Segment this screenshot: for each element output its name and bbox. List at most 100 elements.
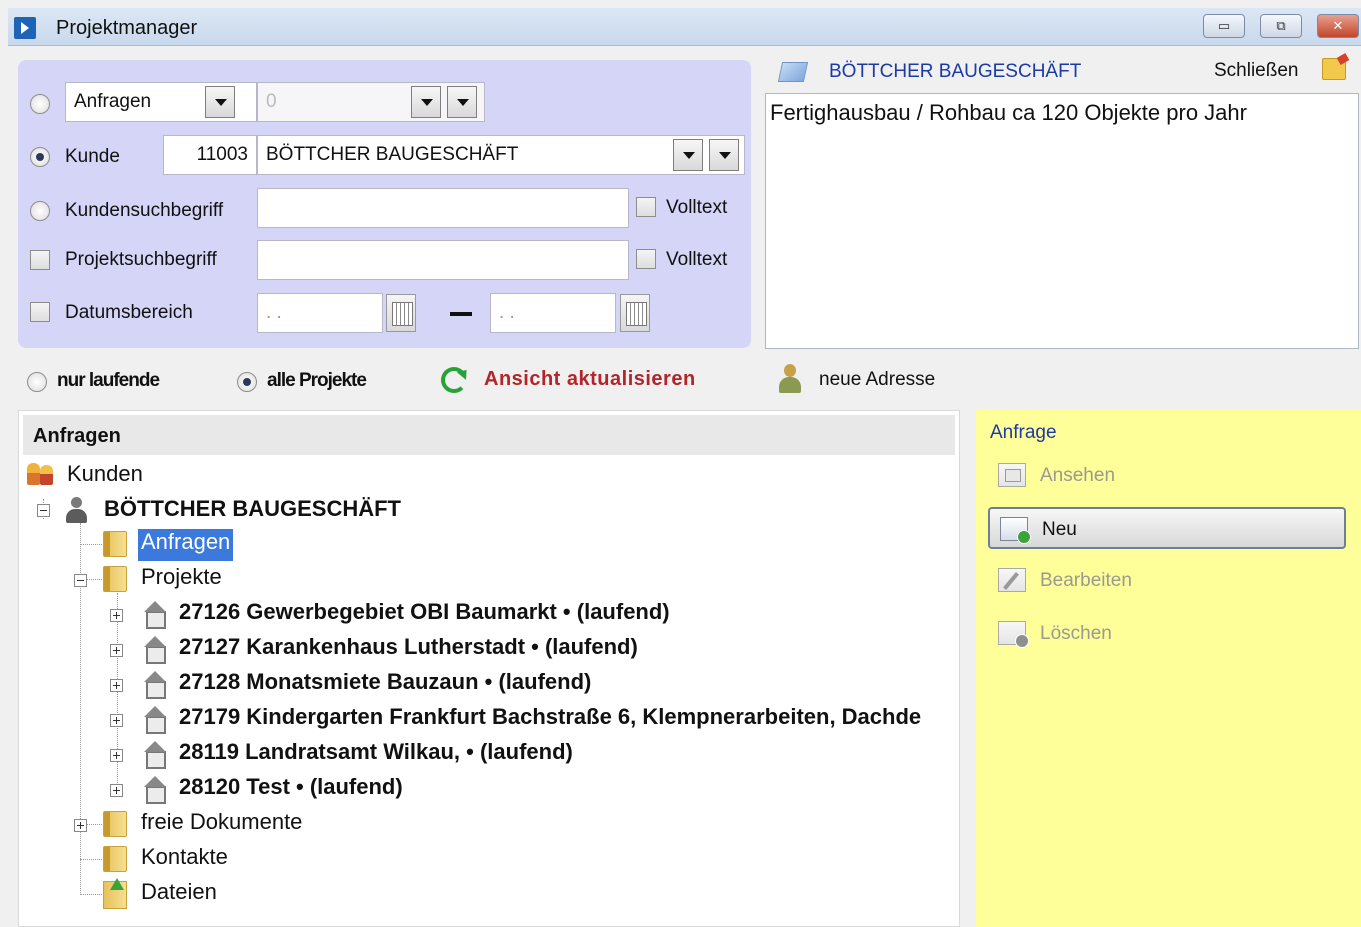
edit-label: Bearbeiten [1040,570,1132,591]
person-add-icon[interactable] [777,364,803,394]
delete-icon [998,621,1029,648]
kundensuchbegriff-input[interactable] [257,188,629,228]
close-window-button[interactable]: ✕ [1317,14,1359,38]
category-dropdown-button[interactable] [205,86,235,118]
files-icon [103,878,127,909]
expand-project-icon[interactable] [110,749,123,762]
tree-header: Anfragen [23,415,955,455]
customer-name: BÖTTCHER BAUGESCHÄFT [266,144,519,165]
project-house-icon [142,671,166,699]
expand-documents-icon[interactable] [74,819,87,832]
view-button[interactable]: Ansehen [988,455,1346,497]
radio-kundensuchbegriff[interactable] [30,201,50,221]
expand-project-icon[interactable] [110,609,123,622]
tree-node-freie-dokumente[interactable]: freie Dokumente [141,809,302,841]
customer-name-field[interactable]: BÖTTCHER BAUGESCHÄFT [257,135,745,175]
request-dropdown-button[interactable] [411,86,441,118]
request-dropdown-button-2[interactable] [447,86,477,118]
volltext-checkbox-kunden[interactable] [636,197,656,217]
tree-panel: Anfragen Kunden BÖTTCHER BAUGESCHÄFT Anf… [18,410,960,927]
customer-notes[interactable]: Fertighausbau / Rohbau ca 120 Objekte pr… [765,93,1359,349]
exit-folder-icon[interactable] [1322,58,1346,80]
restore-button[interactable]: ⧉ [1260,14,1302,38]
tree-node-anfragen[interactable]: Anfragen [138,529,234,561]
delete-button[interactable]: Löschen [988,613,1346,655]
tree-node-project[interactable]: 28120 Test • (laufend) [179,774,403,806]
projektsuchbegriff-label: Projektsuchbegriff [65,249,217,270]
date-range-dash [450,312,472,316]
expand-project-icon[interactable] [110,644,123,657]
customer-icon [65,497,87,523]
customers-icon [25,461,57,487]
edit-icon [998,568,1026,592]
refresh-icon[interactable] [441,367,467,393]
expand-project-icon[interactable] [110,784,123,797]
folder-icon [103,811,127,837]
tree-line [80,544,102,545]
expand-project-icon[interactable] [110,714,123,727]
tree-node-project[interactable]: 27128 Monatsmiete Bauzaun • (laufend) [179,669,591,701]
radio-nur-laufende[interactable] [27,372,47,392]
radio-kunde[interactable] [30,147,50,167]
date-from-field[interactable]: . . [257,293,383,333]
delete-label: Löschen [1040,623,1112,644]
close-link[interactable]: Schließen [1214,60,1299,82]
info-company-name: BÖTTCHER BAUGESCHÄFT [829,61,1082,82]
tree-node-kunden[interactable]: Kunden [67,461,143,493]
minimize-button[interactable]: ▭ [1203,14,1245,38]
date-to-field[interactable]: . . [490,293,616,333]
action-panel-title: Anfrage [990,422,1057,443]
tree-line [117,593,118,793]
view-label: Ansehen [1040,465,1116,486]
collapse-projekte-icon[interactable] [74,574,87,587]
tree-node-customer[interactable]: BÖTTCHER BAUGESCHÄFT [104,496,401,528]
new-address-link[interactable]: neue Adresse [819,369,935,391]
customer-dropdown-button-2[interactable] [709,139,739,171]
category-select-value: Anfragen [74,91,152,112]
project-house-icon [142,706,166,734]
action-panel: Anfrage Ansehen Neu Bearbeiten Löschen [976,410,1361,927]
kunde-label: Kunde [65,146,120,167]
folder-icon [103,846,127,872]
tree-line [80,894,102,895]
collapse-customer-icon[interactable] [37,504,50,517]
new-document-icon [1000,517,1031,544]
edit-button[interactable]: Bearbeiten [988,560,1346,602]
customer-dropdown-button[interactable] [673,139,703,171]
tree-node-project[interactable]: 27127 Karankenhaus Lutherstadt • (laufen… [179,634,638,666]
date-from-calendar-icon[interactable] [386,294,416,332]
search-panel: Anfragen 0 Kunde 11003 BÖTTCHER BAUGESCH… [18,60,751,348]
tree-node-project[interactable]: 27179 Kindergarten Frankfurt Bachstraße … [179,704,921,736]
datumsbereich-checkbox[interactable] [30,302,50,322]
tree-node-dateien[interactable]: Dateien [141,879,217,911]
tree-node-kontakte[interactable]: Kontakte [141,844,228,876]
volltext-label-projekte: Volltext [666,249,728,270]
projektsuchbegriff-checkbox[interactable] [30,250,50,270]
project-house-icon [142,776,166,804]
projektsuchbegriff-input[interactable] [257,240,629,280]
customer-number: 11003 [196,144,248,165]
volltext-label-kunden: Volltext [666,197,728,218]
date-from-value: . . [266,302,282,323]
request-select-value: 0 [266,91,277,112]
expand-project-icon[interactable] [110,679,123,692]
folder-icon [103,531,127,557]
folder-icon [103,566,127,592]
customer-number-field[interactable]: 11003 [163,135,257,175]
date-to-calendar-icon[interactable] [620,294,650,332]
kundensuchbegriff-label: Kundensuchbegriff [65,200,224,221]
new-button[interactable]: Neu [988,507,1346,549]
radio-alle-projekte[interactable] [237,372,257,392]
refresh-view-link[interactable]: Ansicht aktualisieren [484,368,696,391]
tree-node-project[interactable]: 28119 Landratsamt Wilkau, • (laufend) [179,739,573,771]
tree-node-projekte[interactable]: Projekte [141,564,222,596]
view-icon [998,463,1026,487]
project-house-icon [142,741,166,769]
volltext-checkbox-projekte[interactable] [636,249,656,269]
radio-anfragen[interactable] [30,94,50,114]
tree-line [80,859,102,860]
project-house-icon [142,636,166,664]
alle-projekte-label: alle Projekte [267,370,367,391]
app-icon [14,17,36,39]
tree-node-project[interactable]: 27126 Gewerbegebiet OBI Baumarkt • (lauf… [179,599,670,631]
